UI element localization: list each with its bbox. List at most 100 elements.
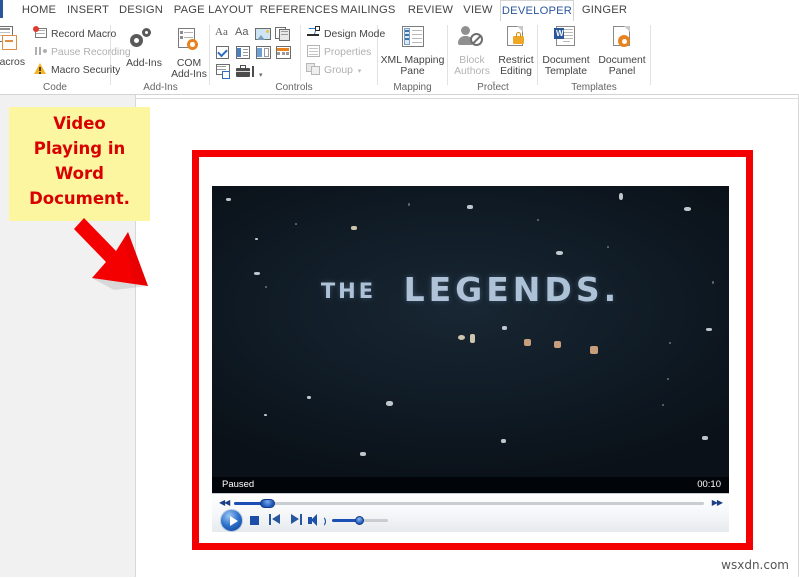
- legacy-tools-chevron-down-icon[interactable]: ▾: [259, 71, 263, 79]
- ribbon-group-code: Macros Record Macro Pause Recording Ma: [0, 21, 131, 94]
- macro-security-label: Macro Security: [51, 65, 121, 76]
- controls-inner-separator: [300, 25, 301, 81]
- group-separator: [650, 25, 651, 85]
- ribbon-group-addins: Add-Ins COM Add-Ins Add-Ins: [112, 21, 209, 94]
- video-title-text: THE LEGENDS.: [212, 270, 729, 309]
- document-panel-label-line1: Document: [598, 54, 646, 66]
- pause-recording-icon: [33, 44, 48, 58]
- tab-home[interactable]: HOME: [14, 0, 64, 21]
- restrict-editing-icon: [505, 25, 527, 51]
- tab-design[interactable]: DESIGN: [115, 0, 167, 21]
- volume-slider[interactable]: [332, 516, 388, 525]
- macro-security-icon: [33, 62, 48, 76]
- properties-icon: [306, 44, 321, 58]
- com-add-ins-icon: [176, 26, 202, 54]
- macros-button[interactable]: Macros: [0, 25, 32, 68]
- restrict-editing-label-line2: Editing: [500, 66, 532, 77]
- document-template-label-line2: Template: [544, 66, 588, 77]
- ribbon-group-protect: Block Authors ▾ Restrict Editing Protect: [449, 21, 537, 94]
- group-label-templates: Templates: [571, 82, 617, 93]
- video-title-main: LEGENDS.: [403, 270, 621, 309]
- date-picker-content-control-icon[interactable]: [275, 45, 291, 61]
- group-chevron-down-icon[interactable]: ▾: [358, 68, 362, 75]
- video-time-label: 00:10: [697, 479, 721, 490]
- document-panel-icon: [610, 25, 634, 51]
- video-title-prefix: THE: [320, 279, 377, 303]
- record-macro-item[interactable]: Record Macro: [33, 26, 116, 43]
- seek-row[interactable]: ◀◀ ▶▶: [212, 496, 729, 509]
- legacy-tools-icon[interactable]: [235, 64, 257, 80]
- seek-slider[interactable]: [234, 499, 704, 508]
- properties-item[interactable]: Properties: [306, 44, 371, 61]
- tab-ginger[interactable]: GINGER: [577, 0, 632, 21]
- stop-button[interactable]: [250, 516, 259, 525]
- play-button[interactable]: [220, 509, 243, 532]
- tab-references[interactable]: REFERENCES: [259, 0, 339, 21]
- add-ins-button[interactable]: Add-Ins: [120, 26, 168, 69]
- group-label-mapping: Mapping: [393, 82, 432, 93]
- combo-box-content-control-icon[interactable]: [235, 45, 251, 61]
- tab-view[interactable]: VIEW: [459, 0, 497, 21]
- restrict-editing-button[interactable]: Restrict Editing: [495, 25, 537, 78]
- record-macro-icon: [33, 26, 48, 40]
- rewind-icon[interactable]: ◀◀: [219, 499, 230, 507]
- document-template-icon: W: [553, 25, 579, 51]
- macros-icon: [0, 25, 23, 53]
- callout-line-4: Document.: [29, 189, 130, 208]
- tab-review[interactable]: REVIEW: [404, 0, 457, 21]
- block-authors-button[interactable]: Block Authors: [449, 25, 495, 78]
- video-controls-panel[interactable]: ◀◀ ▶▶: [212, 493, 729, 532]
- group-icon: [306, 62, 321, 76]
- com-add-ins-label-line2: Add-Ins: [171, 69, 207, 80]
- add-ins-label: Add-Ins: [126, 57, 162, 69]
- restrict-editing-label-line1: Restrict: [498, 54, 534, 66]
- plain-text-content-control-icon[interactable]: Aa: [235, 26, 251, 42]
- xml-mapping-pane-label-line2: Pane: [400, 66, 425, 77]
- building-block-gallery-icon[interactable]: [275, 26, 291, 42]
- video-status-text: Paused: [222, 479, 255, 490]
- xml-mapping-pane-label-line1: XML Mapping: [380, 54, 445, 66]
- callout-line-1: Video: [53, 114, 106, 133]
- document-panel-button[interactable]: Document Panel: [594, 25, 650, 78]
- previous-button[interactable]: [269, 514, 282, 526]
- mute-button[interactable]: [308, 514, 326, 527]
- properties-label: Properties: [324, 47, 372, 58]
- ribbon-body: Macros Record Macro Pause Recording Ma: [0, 21, 799, 95]
- tab-page-layout[interactable]: PAGE LAYOUT: [172, 0, 255, 21]
- com-add-ins-button[interactable]: COM Add-Ins: [166, 26, 212, 81]
- group-label-code: Code: [43, 82, 67, 93]
- xml-mapping-pane-button[interactable]: XML Mapping Pane: [378, 25, 447, 78]
- group-label: Group: [324, 65, 353, 76]
- speaker-wave-icon: [319, 518, 326, 525]
- group-item[interactable]: Group ▾: [306, 62, 361, 80]
- block-authors-label-line1: Block: [459, 54, 485, 66]
- tab-insert[interactable]: INSERT: [64, 0, 112, 21]
- callout-line-2: Playing in: [33, 139, 126, 158]
- group-separator: [447, 25, 448, 85]
- embedded-video-player[interactable]: THE LEGENDS. Paused 00:10 ◀◀ ▶▶: [212, 186, 729, 532]
- group-label-controls: Controls: [275, 82, 313, 93]
- fast-forward-icon[interactable]: ▶▶: [712, 499, 723, 507]
- check-box-content-control-icon[interactable]: [215, 45, 231, 61]
- play-icon: [230, 516, 238, 526]
- drop-down-list-content-control-icon[interactable]: [255, 45, 271, 61]
- seek-slider-thumb[interactable]: [260, 499, 275, 508]
- group-label-addins: Add-Ins: [143, 82, 178, 93]
- macro-security-item[interactable]: Macro Security: [33, 62, 120, 79]
- video-status-strip: Paused 00:10: [212, 477, 729, 493]
- picture-content-control-icon[interactable]: [255, 26, 271, 42]
- volume-slider-thumb[interactable]: [355, 516, 364, 525]
- ribbon-group-controls: Aa Aa ▾ Design Mode Properties Group ▾ C…: [211, 21, 385, 94]
- rich-text-content-control-icon[interactable]: Aa: [215, 26, 231, 42]
- next-button[interactable]: [290, 514, 303, 526]
- callout-note: Video Playing in Word Document.: [9, 107, 150, 221]
- video-canvas[interactable]: THE LEGENDS.: [212, 186, 729, 477]
- transport-button-row[interactable]: [212, 509, 729, 532]
- block-authors-label-line2: Authors: [454, 66, 490, 77]
- block-authors-icon: [458, 25, 486, 51]
- repeating-section-content-control-icon[interactable]: [215, 64, 231, 80]
- document-template-button[interactable]: W Document Template: [538, 25, 594, 78]
- design-mode-item[interactable]: Design Mode: [306, 26, 385, 43]
- tab-mailings[interactable]: MAILINGS: [337, 0, 399, 21]
- design-mode-icon: [306, 26, 321, 40]
